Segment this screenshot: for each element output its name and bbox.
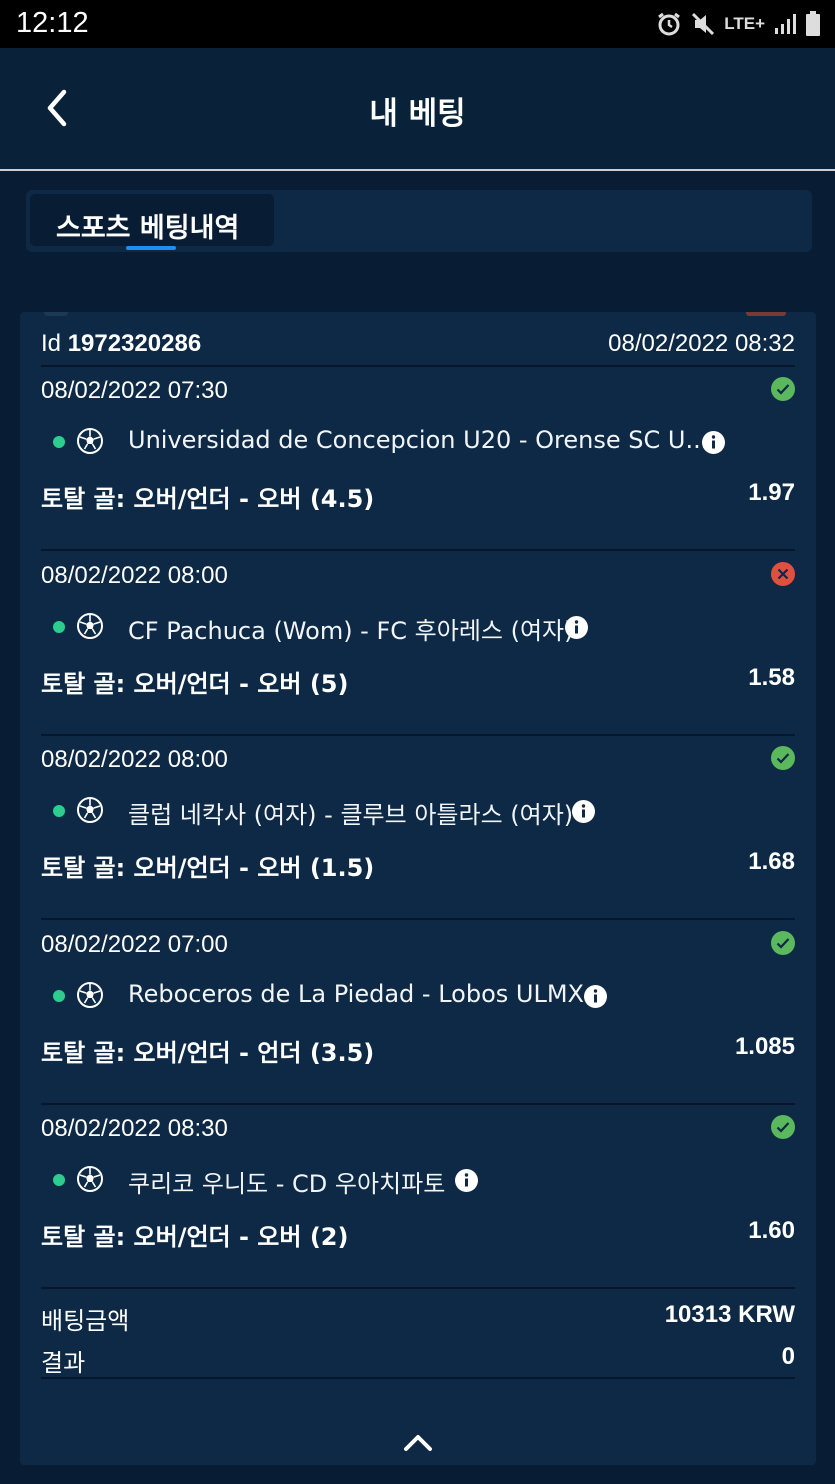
bet-leg: 08/02/2022 08:00 CF Pachuca (Wom) - FC 후… [41, 552, 795, 736]
bet-leg: 08/02/2022 08:00 클럽 네칵사 (여자) - 클루브 아틀라스 … [41, 736, 795, 920]
bet-created-time: 08/02/2022 08:32 [608, 330, 795, 357]
odds-value: 1.97 [748, 479, 795, 506]
match-row: 쿠리코 우니도 - CD 우아치파토 [41, 1163, 795, 1198]
check-circle-icon [771, 931, 795, 955]
market-label: 토탈 골: 오버/언더 - 언더 (3.5) [41, 1039, 375, 1067]
match-name: CF Pachuca (Wom) - FC 후아레스 (여자) [128, 617, 574, 645]
soccer-ball-icon [77, 797, 103, 823]
check-circle-icon [771, 746, 795, 770]
info-icon[interactable] [572, 800, 595, 823]
leg-time: 08/02/2022 08:00 [41, 562, 228, 589]
divider [41, 1287, 795, 1289]
soccer-ball-icon [77, 613, 103, 639]
live-dot [53, 805, 65, 817]
leg-time: 08/02/2022 07:00 [41, 931, 228, 958]
status-bar: 12:12 LTE+ [0, 0, 835, 48]
x-circle-icon [771, 562, 795, 586]
odds-value: 1.60 [748, 1217, 795, 1244]
info-icon[interactable] [584, 985, 607, 1008]
live-dot [53, 1174, 65, 1186]
market-label: 토탈 골: 오버/언더 - 오버 (5) [41, 670, 349, 698]
status-time: 12:12 [16, 7, 89, 39]
collapse-button[interactable] [398, 1427, 438, 1457]
market-label: 토탈 골: 오버/언더 - 오버 (4.5) [41, 485, 375, 513]
network-label: LTE+ [724, 14, 765, 33]
info-icon[interactable] [455, 1169, 478, 1192]
market-label: 토탈 골: 오버/언더 - 오버 (2) [41, 1223, 349, 1251]
result-label: 결과 [41, 1349, 86, 1377]
match-name: 클럽 네칵사 (여자) - 클루브 아틀라스 (여자) [128, 801, 574, 829]
market-label: 토탈 골: 오버/언더 - 오버 (1.5) [41, 854, 375, 882]
mute-icon [692, 12, 715, 36]
stake-row: 배팅금액 10313 KRW [41, 1301, 795, 1337]
stake-value: 10313 KRW [664, 1301, 795, 1328]
match-row: Universidad de Concepcion U20 - Orense S… [41, 425, 795, 459]
alarm-icon [658, 12, 681, 36]
leg-time: 08/02/2022 08:00 [41, 746, 228, 773]
clipped-previous-row [44, 312, 68, 316]
match-row: 클럽 네칵사 (여자) - 클루브 아틀라스 (여자) [41, 794, 795, 829]
bet-leg: 08/02/2022 08:30 쿠리코 우니도 - CD 우아치파토 토탈 골… [41, 1105, 795, 1289]
battery-icon [806, 11, 820, 36]
bet-card: Id 1972320286 08/02/2022 08:32 08/02/202… [20, 312, 816, 1465]
check-circle-icon [771, 1115, 795, 1139]
match-row: CF Pachuca (Wom) - FC 후아레스 (여자) [41, 610, 795, 645]
chevron-up-icon [404, 1435, 432, 1451]
info-icon[interactable] [702, 431, 725, 454]
bet-id: Id 1972320286 [41, 330, 201, 358]
odds-value: 1.68 [748, 848, 795, 875]
divider [41, 1377, 795, 1379]
tabs-bar: 스포츠 베팅내역 [26, 190, 812, 252]
soccer-ball-icon [77, 982, 103, 1008]
match-row: Reboceros de La Piedad - Lobos ULMX [41, 979, 795, 1013]
live-dot [53, 436, 65, 448]
divider [41, 549, 795, 551]
bet-id-value: 1972320286 [67, 330, 202, 357]
tab-sports-bet-history[interactable]: 스포츠 베팅내역 [30, 194, 274, 250]
bet-leg: 08/02/2022 07:00 Reboceros de La Piedad … [41, 921, 795, 1105]
odds-value: 1.085 [734, 1033, 795, 1060]
bet-leg: 08/02/2022 07:30 Universidad de Concepci… [41, 367, 795, 551]
result-row: 결과 0 [41, 1343, 795, 1379]
match-name: Reboceros de La Piedad - Lobos ULMX [128, 980, 584, 1008]
live-dot [53, 621, 65, 633]
match-name: Universidad de Concepcion U20 - Orense S… [128, 426, 709, 454]
bet-id-row: Id 1972320286 08/02/2022 08:32 [41, 330, 795, 366]
app-header: 내 베팅 [0, 48, 835, 171]
status-icons: LTE+ [656, 8, 821, 40]
leg-time: 08/02/2022 08:30 [41, 1115, 228, 1142]
clipped-previous-value [746, 312, 786, 316]
result-value: 0 [781, 1343, 795, 1370]
live-dot [53, 990, 65, 1002]
leg-time: 08/02/2022 07:30 [41, 377, 228, 404]
match-name: 쿠리코 우니도 - CD 우아치파토 [128, 1170, 446, 1198]
odds-value: 1.58 [748, 664, 795, 691]
check-circle-icon [771, 377, 795, 401]
info-icon[interactable] [565, 616, 588, 639]
page-title: 내 베팅 [369, 96, 466, 132]
soccer-ball-icon [77, 428, 103, 454]
soccer-ball-icon [77, 1166, 103, 1192]
tab-active-indicator [126, 246, 176, 250]
stake-label: 배팅금액 [41, 1307, 130, 1335]
tab-label: 스포츠 베팅내역 [56, 213, 240, 244]
divider [41, 918, 795, 920]
signal-icon [775, 14, 796, 34]
bet-id-label: Id [41, 330, 62, 357]
